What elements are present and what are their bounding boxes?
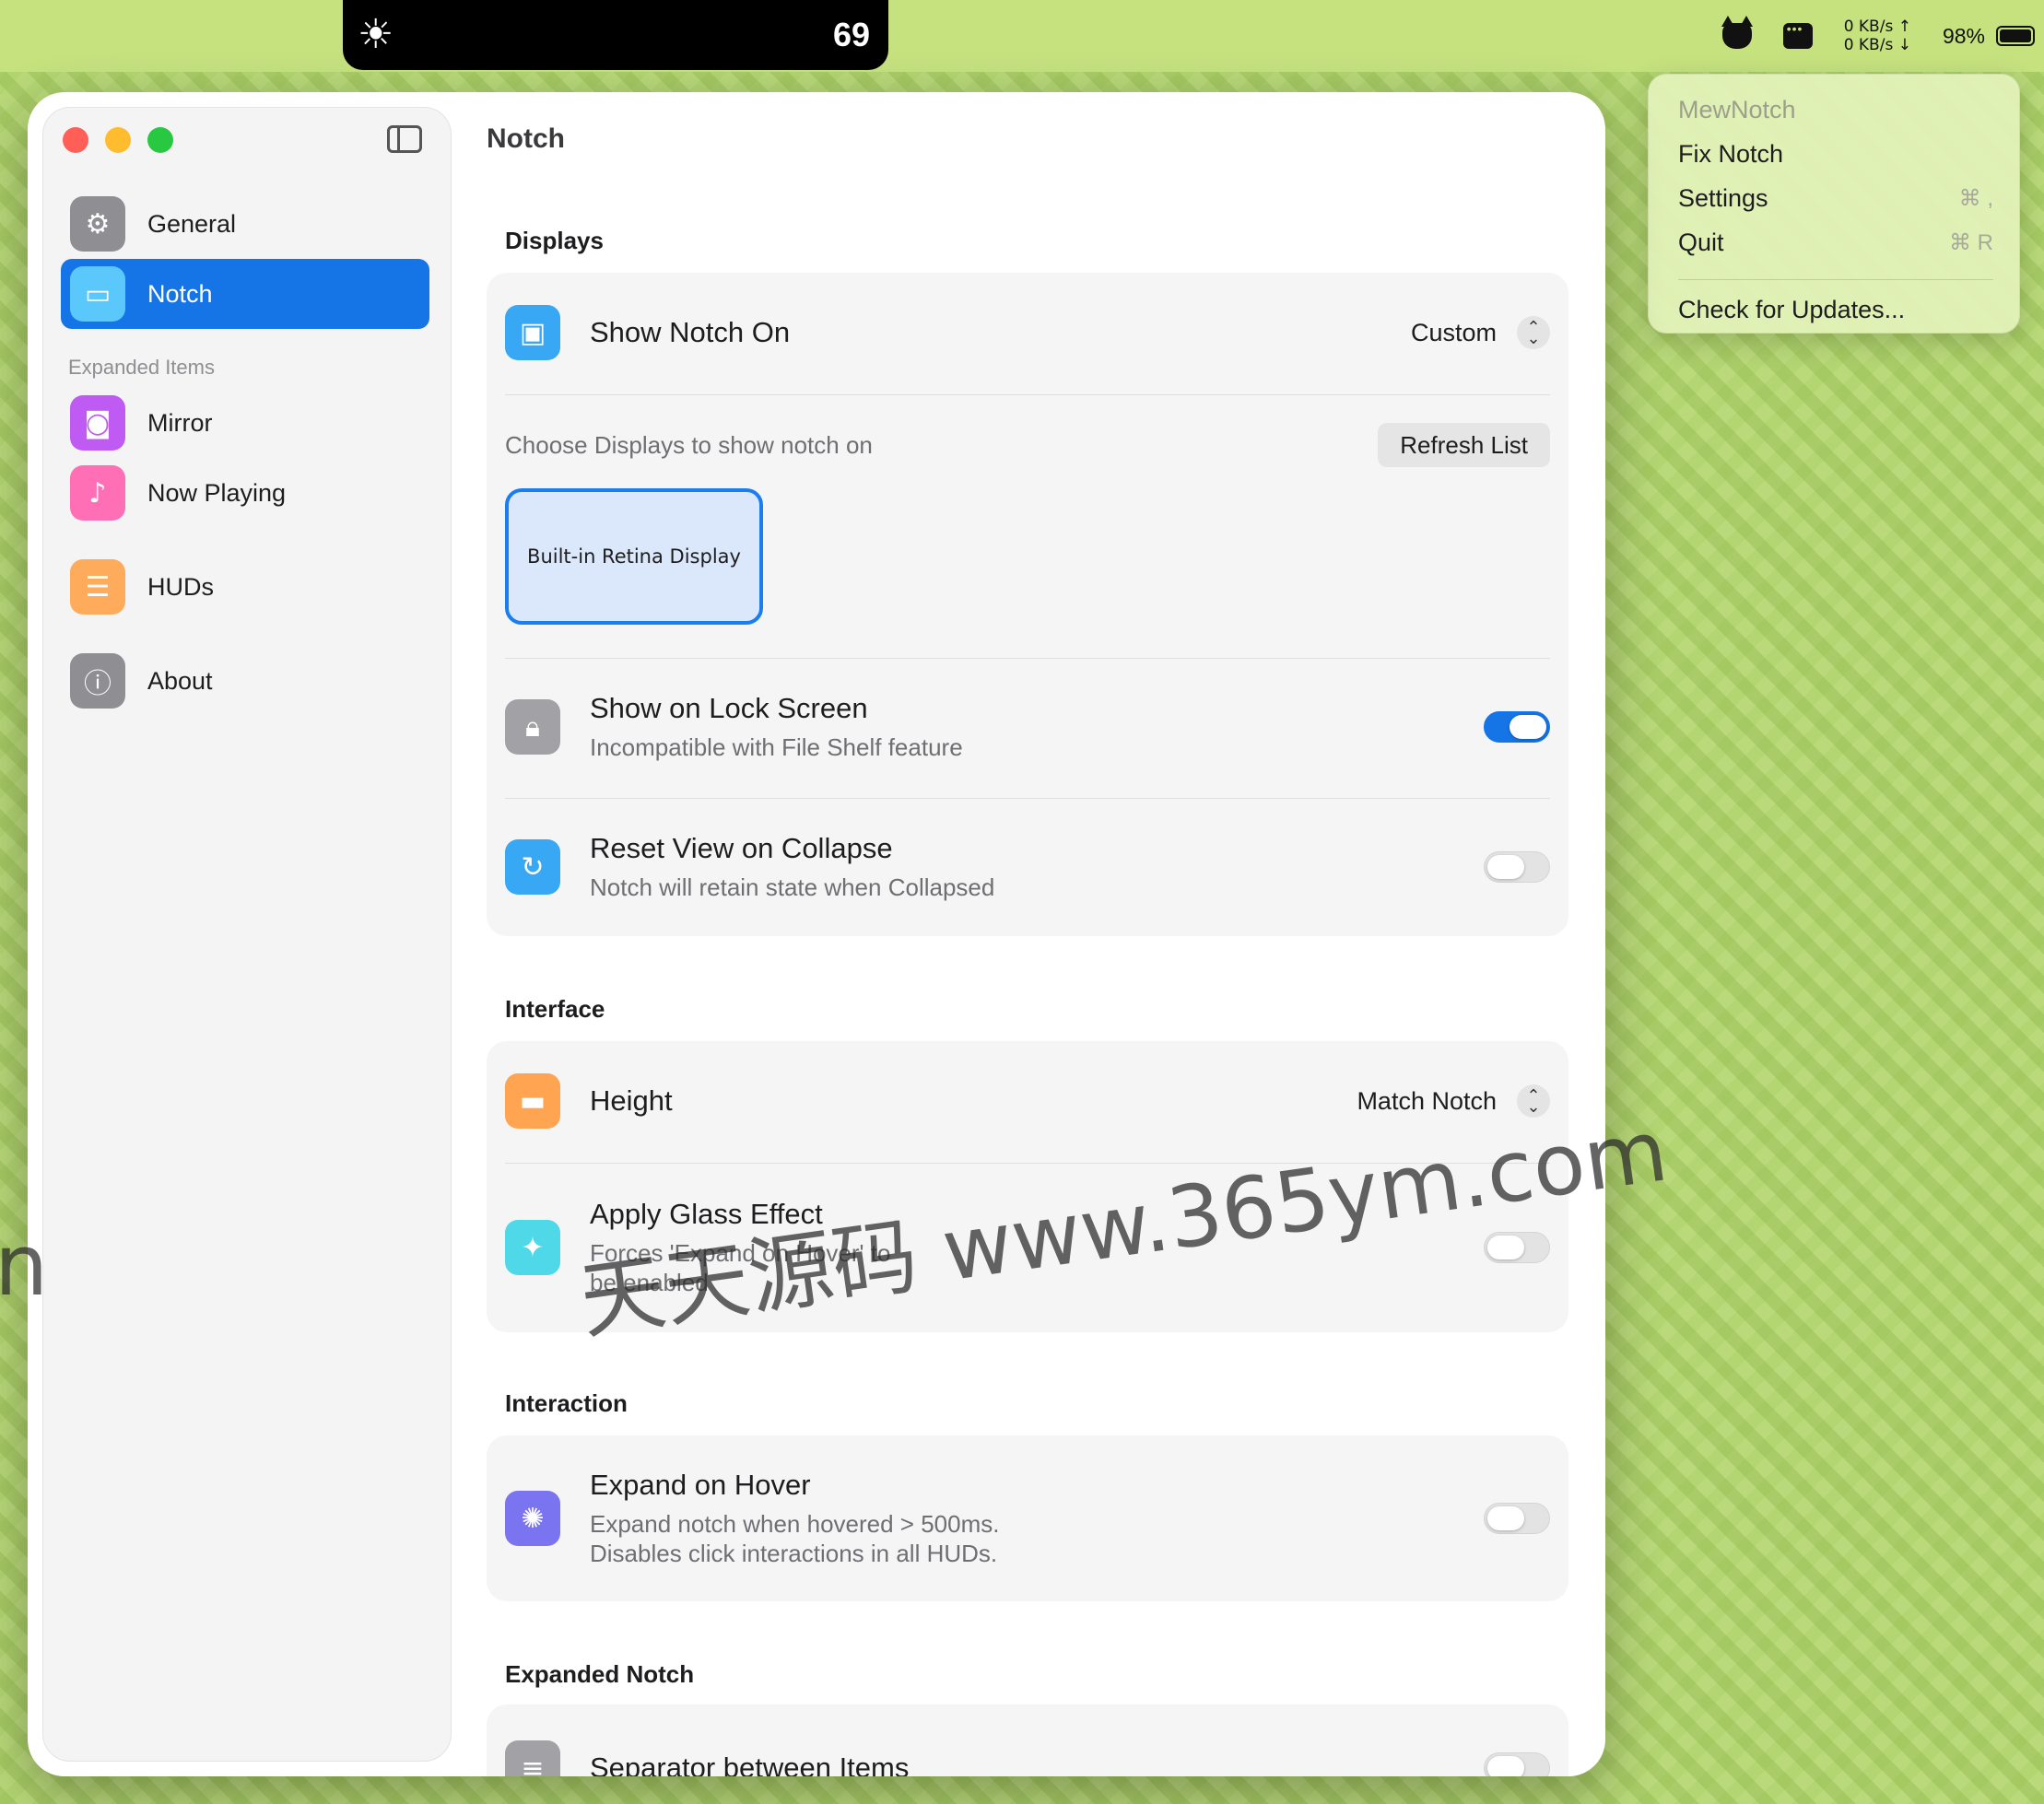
sidebar-item-now-playing[interactable]: ♪ Now Playing bbox=[61, 458, 429, 528]
sidebar-item-label: About bbox=[147, 666, 213, 695]
watermark-fragment: n bbox=[0, 1216, 49, 1315]
expand-on-hover-toggle[interactable] bbox=[1484, 1503, 1550, 1534]
row-title: Show on Lock Screen bbox=[590, 692, 868, 724]
sidebar-item-mirror[interactable]: ◙ Mirror bbox=[61, 388, 429, 458]
display-card-builtin[interactable]: Built-in Retina Display bbox=[505, 488, 763, 625]
sidebar-item-general[interactable]: ⚙ General bbox=[61, 189, 429, 259]
laptop-icon: ▭ bbox=[70, 266, 125, 322]
separator-lines-icon: ≡ bbox=[505, 1740, 560, 1776]
battery[interactable]: 98% bbox=[1943, 24, 2035, 49]
chevron-up-down-icon[interactable]: ⌃ ⌄ bbox=[1517, 1084, 1550, 1118]
notch-hud[interactable]: ☀ 69 bbox=[343, 0, 888, 70]
sparkle-burst-icon: ✺ bbox=[505, 1491, 560, 1546]
gear-icon: ⚙ bbox=[70, 196, 125, 252]
sidebar-toggle-icon[interactable] bbox=[387, 125, 422, 153]
displays-group: ▣ Show Notch On Custom ⌃ ⌄ Choose Display… bbox=[487, 273, 1568, 936]
menu-separator bbox=[1678, 279, 1993, 280]
app-menu-header: MewNotch bbox=[1678, 95, 1796, 123]
info-icon: ⓘ bbox=[70, 653, 125, 709]
reset-view-row: ↻ Reset View on Collapse Notch will reta… bbox=[505, 827, 1550, 907]
row-title: Apply Glass Effect bbox=[590, 1198, 823, 1230]
row-title: Show Notch On bbox=[590, 316, 791, 348]
sidebar-item-label: Notch bbox=[147, 279, 213, 308]
sidebar-item-label: General bbox=[147, 209, 237, 238]
section-interface: Interface bbox=[505, 995, 605, 1023]
network-speed[interactable]: 0 KB/s ↑ 0 KB/s ↓ bbox=[1844, 18, 1911, 54]
interface-group: ▬ Height Match Notch ⌃ ⌄ ✦ Apply Glass Ef… bbox=[487, 1041, 1568, 1332]
show-notch-on-value[interactable]: Custom bbox=[1411, 319, 1497, 347]
menu-item-fix-notch[interactable]: Fix Notch bbox=[1649, 132, 2019, 176]
interaction-group: ✺ Expand on Hover Expand notch when hove… bbox=[487, 1435, 1568, 1601]
sidebar-item-about[interactable]: ⓘ About bbox=[61, 646, 429, 716]
refresh-list-button[interactable]: Refresh List bbox=[1378, 423, 1550, 467]
sidebar-section-heading: Expanded Items bbox=[68, 356, 215, 379]
glass-effect-toggle[interactable] bbox=[1484, 1232, 1550, 1263]
row-subtitle: Expand notch when hovered > 500ms. Disab… bbox=[590, 1510, 1000, 1567]
choose-displays-label: Choose Displays to show notch on bbox=[505, 430, 873, 459]
sidebar-item-label: Mirror bbox=[147, 408, 213, 437]
sidebar-item-notch[interactable]: ▭ Notch bbox=[61, 259, 429, 329]
status-area: 0 KB/s ↑ 0 KB/s ↓ 98% bbox=[1721, 0, 2044, 72]
zoom-button[interactable] bbox=[147, 127, 173, 153]
row-subtitle: Notch will retain state when Collapsed bbox=[590, 873, 995, 901]
sidebar-item-label: Now Playing bbox=[147, 478, 287, 507]
sidebar-item-huds[interactable]: ☰ HUDs bbox=[61, 552, 429, 622]
sun-icon: ☀ bbox=[358, 11, 394, 58]
ruler-icon: ▬ bbox=[505, 1073, 560, 1129]
row-title: Height bbox=[590, 1084, 673, 1117]
row-title: Expand on Hover bbox=[590, 1469, 811, 1501]
divider bbox=[505, 1163, 1550, 1164]
section-interaction: Interaction bbox=[505, 1389, 628, 1417]
lock-screen-toggle[interactable] bbox=[1484, 711, 1550, 743]
page-title: Notch bbox=[487, 123, 565, 154]
minimize-button[interactable] bbox=[105, 127, 131, 153]
menu-item-settings[interactable]: Settings ⌘ , bbox=[1649, 176, 2019, 220]
reset-view-toggle[interactable] bbox=[1484, 851, 1550, 883]
row-subtitle: Forces 'Expand on Hover' to be enabled bbox=[590, 1239, 891, 1296]
lock-screen-row: 🔒︎ Show on Lock Screen Incompatible with… bbox=[505, 687, 1550, 767]
person-icon: ◙ bbox=[70, 395, 125, 451]
expand-on-hover-row: ✺ Expand on Hover Expand notch when hove… bbox=[505, 1467, 1550, 1570]
divider bbox=[505, 394, 1550, 395]
net-down: 0 KB/s ↓ bbox=[1843, 36, 1911, 54]
row-subtitle: Incompatible with File Shelf feature bbox=[590, 733, 963, 761]
divider bbox=[505, 658, 1550, 659]
music-note-icon: ♪ bbox=[70, 465, 125, 521]
close-button[interactable] bbox=[63, 127, 88, 153]
row-title: Separator between Items bbox=[590, 1751, 910, 1776]
card-icon[interactable] bbox=[1782, 21, 1813, 49]
brightness-value: 69 bbox=[832, 16, 870, 53]
lock-icon: 🔒︎ bbox=[505, 699, 560, 755]
section-displays: Displays bbox=[505, 227, 604, 254]
separator-row: ≡ Separator between Items bbox=[505, 1740, 1550, 1776]
height-row[interactable]: ▬ Height Match Notch ⌃ ⌄ bbox=[505, 1072, 1550, 1130]
net-up: 0 KB/s ↑ bbox=[1843, 18, 1911, 36]
monitor-icon: ▣ bbox=[505, 305, 560, 360]
sparkle-icon: ✦ bbox=[505, 1220, 560, 1275]
menu-bar: ☀ 69 0 KB/s ↑ 0 KB/s ↓ 98% bbox=[0, 0, 2044, 72]
row-title: Reset View on Collapse bbox=[590, 832, 893, 864]
clip-area: ≡ Separator between Items bbox=[28, 1704, 1605, 1776]
height-value[interactable]: Match Notch bbox=[1357, 1087, 1497, 1116]
sidebar-item-label: HUDs bbox=[147, 572, 214, 601]
menu-item-quit[interactable]: Quit ⌘ R bbox=[1649, 220, 2019, 264]
expanded-notch-group: ≡ Separator between Items bbox=[487, 1704, 1568, 1776]
divider bbox=[505, 798, 1550, 799]
section-expanded-notch: Expanded Notch bbox=[505, 1660, 695, 1688]
chevron-up-down-icon[interactable]: ⌃ ⌄ bbox=[1517, 316, 1550, 349]
glass-effect-row: ✦ Apply Glass Effect Forces 'Expand on H… bbox=[505, 1196, 1550, 1299]
app-menu: MewNotch Fix Notch Settings ⌘ , Quit ⌘ R C… bbox=[1648, 74, 2020, 334]
cat-icon[interactable] bbox=[1721, 16, 1753, 49]
battery-percent: 98% bbox=[1942, 23, 1985, 48]
separator-toggle[interactable] bbox=[1484, 1752, 1550, 1776]
sliders-icon: ☰ bbox=[70, 559, 125, 615]
battery-icon bbox=[1996, 26, 2035, 46]
choose-displays-row: Choose Displays to show notch on Refresh… bbox=[505, 422, 1550, 468]
window-controls bbox=[63, 127, 173, 153]
show-notch-on-row[interactable]: ▣ Show Notch On Custom ⌃ ⌄ bbox=[505, 304, 1550, 361]
menu-item-check-updates[interactable]: Check for Updates... bbox=[1649, 287, 2019, 332]
reset-arrow-icon: ↻ bbox=[505, 839, 560, 895]
